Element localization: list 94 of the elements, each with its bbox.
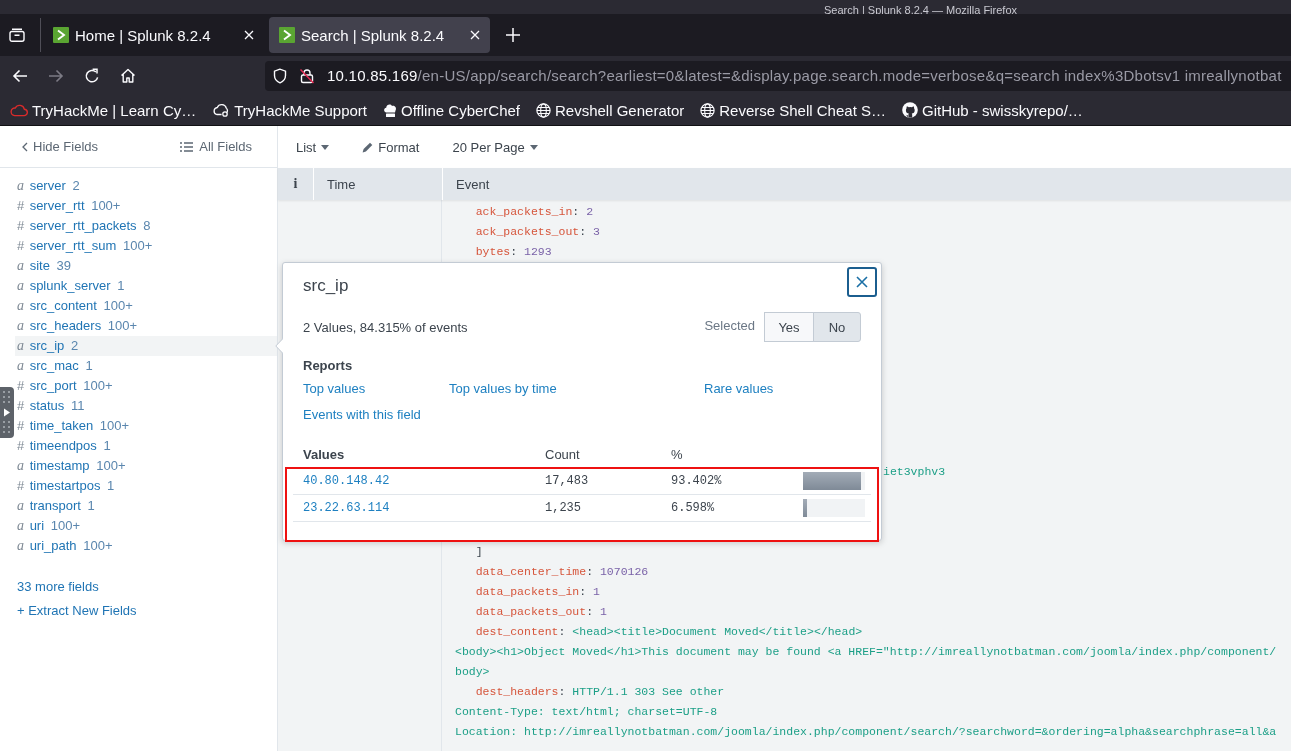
field-list-item[interactable]: # status 11: [15, 396, 277, 416]
column-header: Count: [545, 446, 580, 462]
column-header: Values: [303, 446, 345, 462]
cat-logo-icon: [902, 102, 918, 118]
report-link[interactable]: Rare values: [704, 381, 774, 396]
report-link[interactable]: Events with this field: [303, 407, 421, 422]
close-button[interactable]: [847, 267, 877, 297]
field-list-item[interactable]: a timestamp 100+: [15, 456, 277, 476]
table-cell: 17,483: [545, 474, 589, 488]
close-icon: [856, 276, 868, 288]
globe-icon: [700, 102, 716, 118]
event-line: Content-Type: text/html; charset=UTF-8: [455, 704, 718, 720]
field-list-item[interactable]: a server 2: [15, 176, 277, 196]
value-link[interactable]: 23.22.63.114: [303, 501, 390, 515]
all-fields-link[interactable]: All Fields: [180, 139, 252, 154]
section-heading: Reports: [303, 357, 353, 375]
bookmark-link[interactable]: Offline CyberChef: [383, 101, 520, 119]
field-list-item[interactable]: a uri 100+: [15, 516, 277, 536]
table-cell: 6.598%: [671, 501, 715, 515]
event-line: body>: [455, 664, 490, 680]
extract-fields-link[interactable]: + Extract New Fields: [17, 601, 137, 621]
cloud-icon: [10, 103, 28, 117]
table-cell: 93.402%: [671, 474, 722, 488]
browser-tab[interactable]: Search | Splunk 8.2.4: [269, 17, 490, 53]
list-icon: [180, 141, 194, 152]
value-link[interactable]: 40.80.148.42: [303, 474, 390, 488]
column-header: i: [292, 175, 299, 193]
browser-tab[interactable]: Home | Splunk 8.2.4: [43, 17, 264, 53]
globe-icon: [536, 102, 551, 118]
field-list-item[interactable]: # server_rtt_sum 100+: [15, 236, 277, 256]
field-list-item[interactable]: # server_rtt_packets 8: [15, 216, 277, 236]
event-line: data_center_time: 1070126: [474, 564, 649, 580]
values-summary: 2 Values, 84.315% of events: [303, 319, 468, 335]
field-list-item[interactable]: a src_ip 2: [15, 336, 277, 356]
event-line: ack_packets_in: 2: [474, 204, 594, 220]
bookmark-link[interactable]: Revshell Generator: [536, 101, 685, 119]
field-list-item[interactable]: a uri_path 100+: [15, 536, 277, 556]
cloud-gear-icon: [212, 103, 231, 117]
field-list-item[interactable]: # timeendpos 1: [15, 436, 277, 456]
event-line: ]: [474, 544, 483, 560]
report-link[interactable]: Top values: [303, 381, 366, 396]
close-icon[interactable]: [244, 30, 254, 40]
column-header: %: [671, 446, 683, 462]
event-line: data_packets_in: 1: [474, 584, 600, 600]
reload-icon[interactable]: [84, 67, 100, 84]
event-line: bytes: 1293: [474, 244, 552, 260]
toggle-button[interactable]: No: [813, 312, 861, 342]
field-list-item[interactable]: # src_port 100+: [15, 376, 277, 396]
selected-label: Selected: [704, 317, 755, 333]
insecure-lock-icon[interactable]: [299, 67, 315, 84]
caret-icon: [321, 144, 330, 150]
field-list-item[interactable]: a src_headers 100+: [15, 316, 277, 336]
chef-hat-icon: [383, 102, 398, 118]
event-line: ack_packets_out: 3: [474, 224, 600, 240]
field-list-item[interactable]: a src_content 100+: [15, 296, 277, 316]
field-list-item[interactable]: a site 39: [15, 256, 277, 276]
bookmark-link[interactable]: GitHub - swisskyrepo/…: [902, 101, 1083, 119]
dropdown-button[interactable]: 20 Per Page: [452, 139, 538, 155]
field-list-item[interactable]: # timestartpos 1: [15, 476, 277, 496]
plus-icon[interactable]: [506, 28, 520, 42]
field-list-item[interactable]: # server_rtt 100+: [15, 196, 277, 216]
favicon-icon: [53, 27, 69, 43]
tab-list-icon[interactable]: [9, 28, 25, 42]
event-line: iet3vphv3: [883, 464, 946, 480]
close-icon[interactable]: [470, 30, 480, 40]
caret-icon: [529, 144, 538, 150]
home-icon[interactable]: [120, 68, 136, 83]
toggle-button[interactable]: Yes: [764, 312, 814, 342]
field-list-item[interactable]: a src_mac 1: [15, 356, 277, 376]
table-cell: 1,235: [545, 501, 581, 515]
event-line: Location: http://imreallynotbatman.com/joomla/index.php/component/search/?searchword=&ordering=alpha&searchphrase=all&a: [455, 724, 1277, 740]
address-field[interactable]: 10.10.85.169/en-US/app/search/search?earliest=0&latest=&display.page.search.mode=verbose&q=search index%3Dbotsv1 imreallynotbat: [265, 60, 1291, 91]
grip-handle-icon[interactable]: [0, 387, 14, 438]
dropdown-button[interactable]: List: [296, 139, 330, 155]
popup-title: src_ip: [303, 276, 349, 296]
event-line: data_packets_out: 1: [474, 604, 607, 620]
report-link[interactable]: Top values by time: [449, 381, 557, 396]
bookmark-link[interactable]: TryHackMe Support: [212, 101, 368, 119]
chevron-left-icon: [22, 141, 28, 152]
event-line: dest_headers: HTTP/1.1 303 See other: [474, 684, 725, 700]
favicon-icon: [279, 27, 295, 43]
field-list-item[interactable]: # time_taken 100+: [15, 416, 277, 436]
hide-fields-link[interactable]: Hide Fields: [22, 139, 99, 154]
format-button[interactable]: Format: [362, 139, 420, 155]
event-line: dest_content: <head><title>Document Moved</title></head>: [474, 624, 863, 640]
bookmark-link[interactable]: TryHackMe | Learn Cy…: [10, 101, 197, 119]
shield-icon[interactable]: [273, 67, 287, 84]
bookmark-link[interactable]: Reverse Shell Cheat S…: [700, 101, 886, 119]
field-list-item[interactable]: a transport 1: [15, 496, 277, 516]
event-line: <body><h1>Object Moved</h1>This document may be found <a HREF="http://imreallynotbatman.com/joomla/index.php/component/: [455, 644, 1277, 660]
pencil-icon: [362, 141, 374, 153]
back-arrow-icon[interactable]: [12, 68, 28, 83]
field-list-item[interactable]: a splunk_server 1: [15, 276, 277, 296]
more-fields-link[interactable]: 33 more fields: [17, 577, 99, 597]
